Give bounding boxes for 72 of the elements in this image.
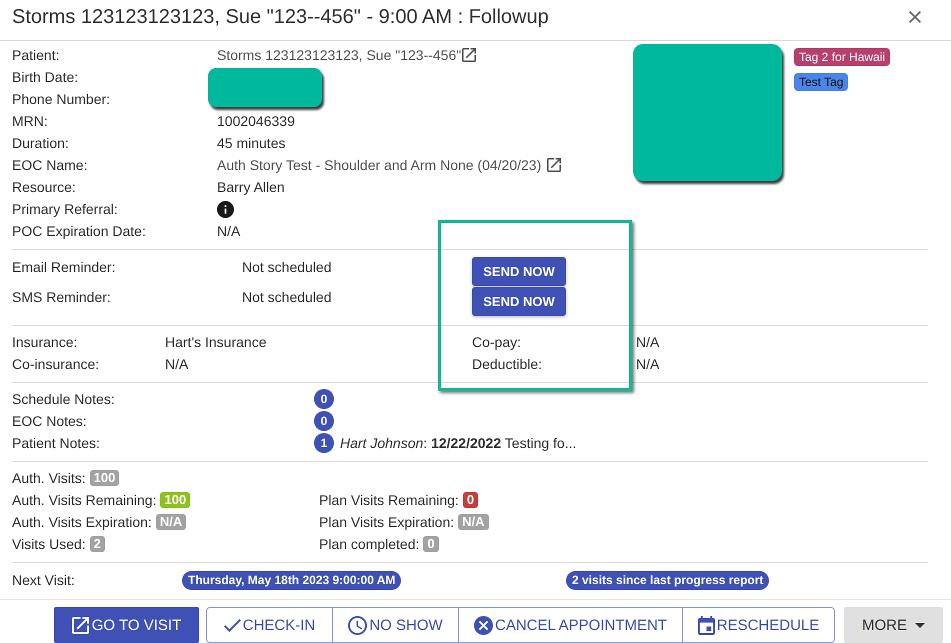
- close-icon[interactable]: [909, 11, 921, 23]
- count-badge: 0: [314, 411, 334, 431]
- external-link-icon: [72, 616, 89, 634]
- field-value: N/A: [165, 356, 190, 372]
- field-label: Duration:: [12, 134, 70, 152]
- reschedule-button[interactable]: RESCHEDULE: [682, 607, 835, 643]
- cancel-icon: [474, 616, 493, 634]
- field-value: Not scheduled: [242, 258, 333, 277]
- tag: Test Tag: [794, 73, 848, 91]
- no-show-button[interactable]: NO SHOW: [332, 607, 459, 643]
- field-value: N/A: [636, 334, 660, 350]
- value-badge: 2: [90, 536, 105, 552]
- field-label: Patient Notes:: [12, 434, 101, 452]
- progress-badge: 2 visits since last progress report: [566, 570, 770, 590]
- field-label: Next Visit:: [12, 572, 76, 588]
- field-label: Primary Referral:: [12, 200, 119, 218]
- value-badge: 100: [90, 470, 120, 486]
- note-preview: Hart Johnson: 12/22/2022 Testing fo...: [340, 435, 576, 451]
- field-value: Storms 123123123123, Sue "123--456": [217, 46, 462, 64]
- field-label: Plan completed:: [319, 536, 420, 552]
- field-value: Barry Allen: [217, 178, 285, 194]
- field-value: 45 minutes: [217, 134, 286, 150]
- tag: Tag 2 for Hawaii: [794, 48, 890, 66]
- value-badge: 0: [462, 492, 478, 508]
- field-label: Plan Visits Expiration:: [319, 514, 454, 530]
- go-to-visit-button[interactable]: GO TO VISIT: [54, 607, 199, 643]
- external-link-icon[interactable]: [547, 158, 562, 172]
- field-value: Hart's Insurance: [165, 334, 268, 350]
- field-value: N/A: [636, 356, 660, 372]
- field-label: Co-insurance:: [12, 356, 100, 372]
- cancel-button[interactable]: CANCEL APPOINTMENT: [458, 607, 683, 643]
- send-now-button[interactable]: SEND NOW: [472, 287, 566, 316]
- field-label: EOC Name:: [12, 156, 88, 174]
- info-icon[interactable]: [217, 200, 234, 218]
- check-in-button[interactable]: CHECK-IN: [206, 607, 333, 643]
- field-label: Co-pay:: [472, 334, 522, 350]
- field-value: 1002046339: [217, 112, 295, 128]
- value-badge: N/A: [458, 514, 489, 530]
- field-label: Auth. Visits Remaining:: [12, 492, 156, 508]
- more-button[interactable]: MORE: [844, 607, 943, 643]
- field-label: Schedule Notes:: [12, 390, 116, 408]
- field-label: Birth Date:: [12, 68, 80, 86]
- field-label: Auth. Visits Expiration:: [12, 514, 152, 530]
- field-label: Visits Used:: [12, 536, 86, 552]
- count-badge: 1: [314, 433, 334, 453]
- field-label: Patient:: [12, 46, 60, 64]
- field-label: SMS Reminder:: [12, 288, 112, 307]
- field-value: Auth Story Test - Shoulder and Arm None (04/20/23): [217, 156, 542, 174]
- field-label: Phone Number:: [12, 90, 112, 108]
- field-label: Resource:: [12, 178, 77, 196]
- field-label: EOC Notes:: [12, 412, 88, 430]
- field-label: Auth. Visits:: [12, 470, 86, 486]
- field-label: Deductible:: [472, 356, 544, 372]
- field-label: Insurance:: [12, 334, 78, 350]
- value-badge: 0: [423, 536, 439, 552]
- send-now-button[interactable]: SEND NOW: [472, 257, 566, 286]
- value-badge: N/A: [156, 514, 186, 530]
- visit-date-badge: Thursday, May 18th 2023 9:00:00 AM: [182, 570, 402, 590]
- external-link-icon[interactable]: [462, 48, 476, 62]
- value-badge: 100: [160, 492, 190, 508]
- clock-icon: [348, 616, 368, 634]
- field-label: MRN:: [12, 112, 49, 130]
- calendar-icon: [698, 616, 715, 634]
- count-badge: 0: [314, 389, 334, 409]
- field-label: Email Reminder:: [12, 258, 116, 277]
- field-label: POC Expiration Date:: [12, 222, 147, 240]
- check-icon: [224, 618, 241, 632]
- field-value: Not scheduled: [242, 288, 333, 307]
- field-label: Plan Visits Remaining:: [319, 492, 459, 508]
- caret-icon: [915, 622, 925, 628]
- dialog-title: Storms 123123123123, Sue "123--456" - 9:00 AM : Followup: [12, 5, 549, 29]
- field-value: N/A: [217, 222, 240, 238]
